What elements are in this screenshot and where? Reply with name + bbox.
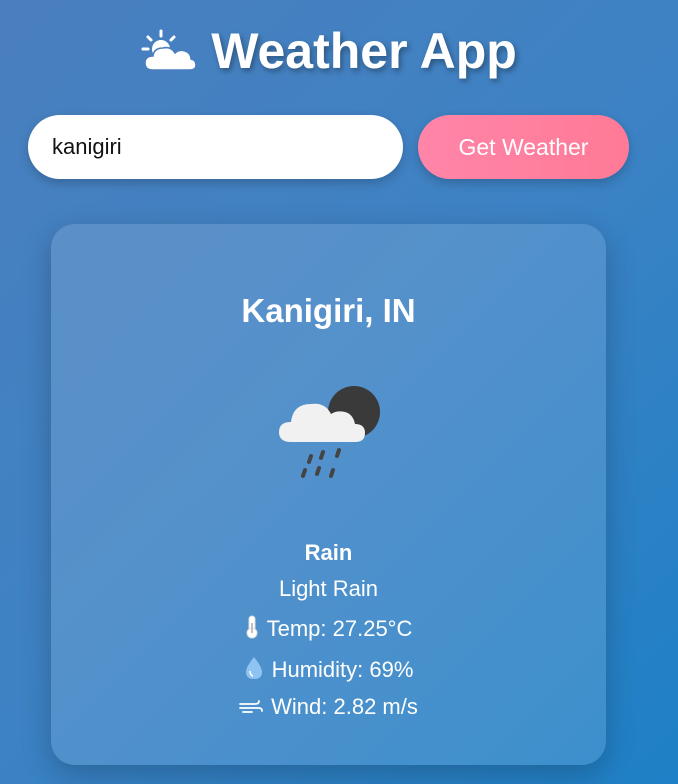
humidity-row: Humidity: 69% <box>51 655 606 687</box>
app-header: Weather App <box>0 22 658 80</box>
sun-behind-cloud-icon <box>141 28 197 74</box>
search-bar: Get Weather <box>28 115 629 179</box>
city-search-input[interactable] <box>28 115 403 179</box>
temperature-text: Temp: 27.25°C <box>266 615 413 641</box>
app-title: Weather App <box>211 23 517 79</box>
wind-row: Wind: 2.82 m/s <box>51 694 606 721</box>
thermometer-icon <box>245 615 259 645</box>
humidity-text: Humidity: 69% <box>271 656 414 682</box>
night-cloud-rain-icon <box>277 384 383 486</box>
temperature-row: Temp: 27.25°C <box>51 615 606 645</box>
get-weather-button[interactable]: Get Weather <box>418 115 629 179</box>
wind-text: Wind: 2.82 m/s <box>271 694 418 719</box>
weather-description: Light Rain <box>278 576 379 601</box>
weather-main: Rain <box>304 540 353 565</box>
weather-card: Kanigiri, IN Rain Light Rain Temp: 27.25… <box>51 224 606 765</box>
wind-icon <box>239 695 264 721</box>
location-title: Kanigiri, IN <box>241 292 416 329</box>
droplet-icon <box>244 655 264 687</box>
